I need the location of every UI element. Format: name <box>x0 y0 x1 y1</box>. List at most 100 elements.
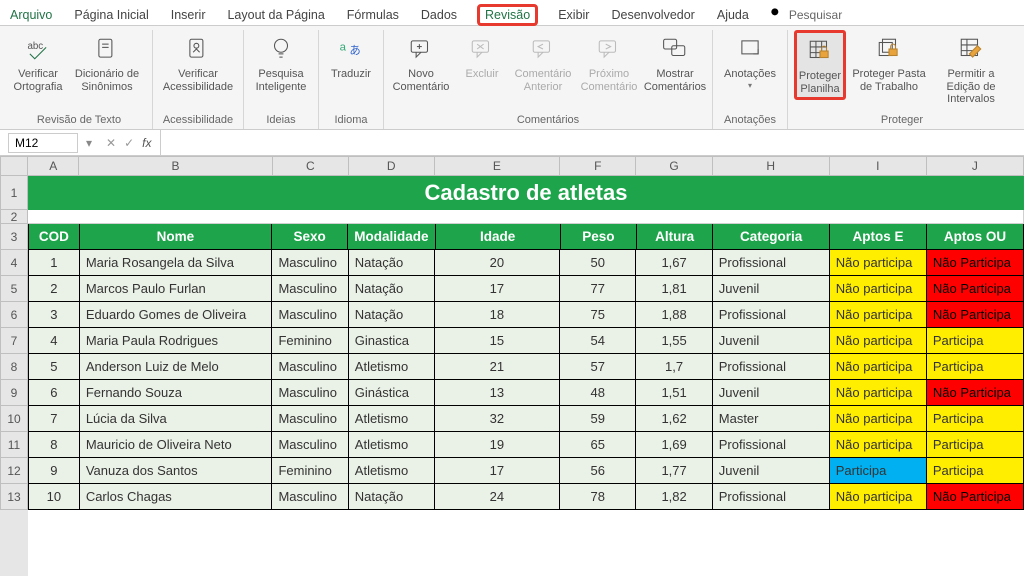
cell[interactable]: 1,77 <box>636 458 712 484</box>
cell[interactable]: Marcos Paulo Furlan <box>80 276 273 302</box>
cell[interactable]: 54 <box>560 328 636 354</box>
tab-review[interactable]: Revisão <box>477 4 538 26</box>
show-comments-button[interactable]: Mostrar Comentários <box>644 30 706 96</box>
cell[interactable]: Participa <box>927 458 1024 484</box>
tab-developer[interactable]: Desenvolvedor <box>609 5 696 25</box>
fx-icon[interactable]: fx <box>142 136 151 150</box>
protect-workbook-button[interactable]: Proteger Pasta de Trabalho <box>850 30 928 96</box>
row-header[interactable]: 11 <box>0 432 28 458</box>
allow-edit-ranges-button[interactable]: Permitir a Edição de Intervalos <box>932 30 1010 109</box>
cell[interactable]: 7 <box>28 406 80 432</box>
column-header[interactable]: G <box>636 156 712 176</box>
spreadsheet-grid[interactable]: 1 2 3 45678910111213 ABCDEFGHIJ Cadastro… <box>0 156 1024 576</box>
cell[interactable]: 75 <box>560 302 636 328</box>
cell[interactable]: Não participa <box>830 354 927 380</box>
cell[interactable]: Maria Rosangela da Silva <box>80 250 273 276</box>
cell[interactable]: 1,51 <box>636 380 712 406</box>
cell[interactable]: 1,62 <box>636 406 712 432</box>
cell[interactable]: Masculino <box>272 380 348 406</box>
cell[interactable]: Profissional <box>713 354 830 380</box>
namebox-dropdown-icon[interactable]: ▾ <box>80 136 98 150</box>
cell[interactable]: Masculino <box>272 250 348 276</box>
row-header[interactable]: 9 <box>0 380 28 406</box>
cell[interactable]: Não Participa <box>927 302 1024 328</box>
cell[interactable]: Profissional <box>713 302 830 328</box>
cell[interactable]: 50 <box>560 250 636 276</box>
cell[interactable]: Não participa <box>830 276 927 302</box>
cell[interactable]: 78 <box>560 484 636 510</box>
cell[interactable]: Juvenil <box>713 380 830 406</box>
cell[interactable]: Ginástica <box>349 380 435 406</box>
cell[interactable]: Não participa <box>830 250 927 276</box>
notes-button[interactable]: Anotações <box>719 30 781 93</box>
cell[interactable]: 19 <box>435 432 561 458</box>
cell[interactable]: 1,88 <box>636 302 712 328</box>
cell[interactable]: 2 <box>28 276 80 302</box>
tab-insert[interactable]: Inserir <box>169 5 208 25</box>
cell[interactable]: Atletismo <box>349 458 435 484</box>
cell[interactable]: 8 <box>28 432 80 458</box>
thesaurus-button[interactable]: Dicionário de Sinônimos <box>68 30 146 96</box>
row-header[interactable]: 4 <box>0 250 28 276</box>
cell[interactable]: 65 <box>560 432 636 458</box>
cell[interactable]: Masculino <box>272 484 348 510</box>
cell[interactable]: Masculino <box>272 432 348 458</box>
accessibility-button[interactable]: Verificar Acessibilidade <box>159 30 237 96</box>
cell[interactable]: 3 <box>28 302 80 328</box>
cell[interactable]: Participa <box>927 406 1024 432</box>
column-header[interactable]: C <box>273 156 349 176</box>
tab-file[interactable]: Arquivo <box>8 5 54 25</box>
cell[interactable]: 17 <box>435 458 561 484</box>
spelling-button[interactable]: abc Verificar Ortografia <box>12 30 64 96</box>
cell[interactable]: 59 <box>560 406 636 432</box>
column-header[interactable]: H <box>713 156 830 176</box>
row-header[interactable]: 13 <box>0 484 28 510</box>
cell[interactable]: Juvenil <box>713 276 830 302</box>
column-header[interactable]: D <box>349 156 435 176</box>
protect-sheet-button[interactable]: Proteger Planilha <box>794 30 846 100</box>
cell[interactable]: 1,67 <box>636 250 712 276</box>
cell[interactable]: 13 <box>435 380 561 406</box>
cell[interactable]: Participa <box>927 354 1024 380</box>
cell[interactable]: Masculino <box>272 354 348 380</box>
cell[interactable]: Não participa <box>830 406 927 432</box>
cell[interactable]: Não participa <box>830 380 927 406</box>
row-header[interactable]: 2 <box>0 210 28 224</box>
cell[interactable]: Lúcia da Silva <box>80 406 273 432</box>
column-header[interactable]: A <box>28 156 79 176</box>
row-header[interactable]: 7 <box>0 328 28 354</box>
cell[interactable]: Natação <box>349 484 435 510</box>
tab-view[interactable]: Exibir <box>556 5 591 25</box>
cell[interactable]: Não Participa <box>927 276 1024 302</box>
cell[interactable]: 32 <box>435 406 561 432</box>
formula-input[interactable] <box>160 130 1024 155</box>
cell[interactable]: Vanuza dos Santos <box>80 458 273 484</box>
cell[interactable]: Ginastica <box>349 328 435 354</box>
cell[interactable]: 57 <box>560 354 636 380</box>
cell[interactable]: Natação <box>349 276 435 302</box>
cell[interactable]: 6 <box>28 380 80 406</box>
cell[interactable]: 1,82 <box>636 484 712 510</box>
row-header[interactable]: 3 <box>0 224 28 250</box>
row-header[interactable]: 8 <box>0 354 28 380</box>
row-header[interactable]: 5 <box>0 276 28 302</box>
cell[interactable]: 48 <box>560 380 636 406</box>
cell[interactable]: Participa <box>927 432 1024 458</box>
tab-formulas[interactable]: Fórmulas <box>345 5 401 25</box>
cell[interactable]: Não Participa <box>927 484 1024 510</box>
cell[interactable]: 21 <box>435 354 561 380</box>
cell[interactable]: Profissional <box>713 432 830 458</box>
new-comment-button[interactable]: Novo Comentário <box>390 30 452 96</box>
cell[interactable]: Não participa <box>830 484 927 510</box>
column-header[interactable]: B <box>79 156 272 176</box>
smart-lookup-button[interactable]: Pesquisa Inteligente <box>250 30 312 96</box>
tab-home[interactable]: Página Inicial <box>72 5 150 25</box>
column-header[interactable]: I <box>830 156 927 176</box>
cell[interactable]: Carlos Chagas <box>80 484 273 510</box>
cell[interactable]: Fernando Souza <box>80 380 273 406</box>
cell[interactable]: Profissional <box>713 484 830 510</box>
cell[interactable]: 20 <box>435 250 561 276</box>
cell[interactable]: 1,55 <box>636 328 712 354</box>
row-header[interactable]: 12 <box>0 458 28 484</box>
cell[interactable]: 77 <box>560 276 636 302</box>
